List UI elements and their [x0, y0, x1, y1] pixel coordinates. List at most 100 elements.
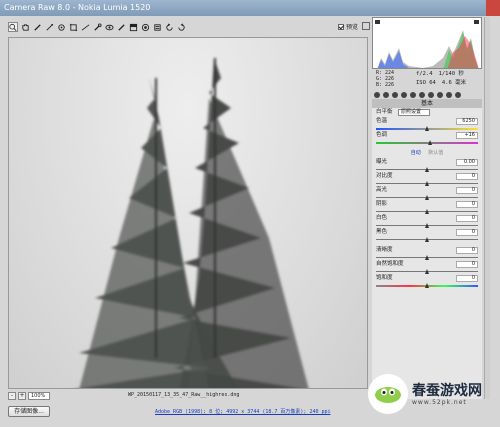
rotate-ccw-tool[interactable]: [164, 22, 174, 32]
basic-panel: 基本 白平衡 原照设置 色温 6250 色调 +16 自动 默认值 曝光 0.00…: [372, 99, 482, 399]
lens-tab-icon[interactable]: [419, 91, 425, 98]
color-sampler-tool[interactable]: [44, 22, 54, 32]
white-balance-tool[interactable]: [32, 22, 42, 32]
basic-tab-icon[interactable]: [374, 91, 380, 98]
tone-row-0: 曝光 0.00: [372, 158, 482, 167]
tint-value[interactable]: +16: [456, 132, 478, 139]
auto-link[interactable]: 自动: [411, 150, 421, 156]
detail-tab-icon[interactable]: [392, 91, 398, 98]
watermark: 春蚕游戏网 www.52pk.net: [368, 372, 498, 416]
filename-label: WP_20150117_13_35_47_Raw__highres.dng: [128, 392, 240, 398]
presence-label: 清晰度: [376, 247, 393, 253]
effects-tab-icon[interactable]: [428, 91, 434, 98]
window-controls: [458, 0, 500, 16]
default-link[interactable]: 默认值: [428, 150, 443, 156]
workflow-options-link[interactable]: Adobe RGB (1998); 8 位; 4992 x 3744 (18.7…: [155, 408, 331, 415]
close-button[interactable]: [486, 0, 500, 16]
presence-value[interactable]: 0: [456, 247, 478, 254]
white-balance-label: 白平衡: [376, 109, 393, 115]
save-image-button[interactable]: 存储图像...: [8, 406, 50, 417]
iso-value: ISO 64: [416, 80, 436, 86]
presence-slider[interactable]: [376, 283, 478, 288]
preferences-tool[interactable]: [152, 22, 162, 32]
temperature-row: 色温 6250: [372, 117, 482, 126]
hand-tool[interactable]: [20, 22, 30, 32]
zoom-level-select[interactable]: 100%: [28, 391, 50, 400]
minimize-button[interactable]: [458, 0, 472, 16]
zoom-tool[interactable]: [8, 22, 18, 32]
tint-track: [376, 142, 478, 144]
highlight-clipping-toggle[interactable]: [474, 20, 479, 24]
adjustment-brush-icon: [117, 23, 125, 31]
camera-calibration-tab-icon[interactable]: [437, 91, 443, 98]
preferences-icon: [153, 23, 161, 31]
preview-label: 预览: [345, 24, 358, 31]
straighten-icon: [81, 23, 89, 31]
tone-value[interactable]: 0: [456, 173, 478, 180]
panel-scrollbar[interactable]: [484, 17, 490, 399]
tone-value[interactable]: 0: [456, 215, 478, 222]
tone-row-5: 黑色 0: [372, 228, 482, 237]
graduated-filter-tool[interactable]: [128, 22, 138, 32]
shadow-clipping-toggle[interactable]: [375, 20, 380, 24]
tone-label: 阴影: [376, 201, 388, 207]
shutter-value: 1/140 秒: [438, 71, 464, 77]
preview-checkbox[interactable]: [337, 23, 344, 30]
presets-tab-icon[interactable]: [446, 91, 452, 98]
crop-icon: [69, 23, 77, 31]
crop-tool[interactable]: [68, 22, 78, 32]
tone-label: 对比度: [376, 173, 393, 179]
tone-slider[interactable]: [376, 237, 478, 242]
tone-label: 曝光: [376, 159, 388, 165]
presence-sliders: 清晰度 0 自然饱和度 0 饱和度 0: [372, 246, 482, 288]
zoom-out-button[interactable]: -: [8, 391, 16, 400]
radial-filter-icon: [141, 23, 149, 31]
aperture-value: f/2.4: [416, 71, 433, 77]
radial-filter-tool[interactable]: [140, 22, 150, 32]
zoom-bar: - + 100% WP_20150117_13_35_47_Raw__highr…: [8, 391, 368, 400]
title-bar: Camera Raw 8.0 - Nokia Lumia 1520: [0, 0, 500, 16]
tone-row-1: 对比度 0: [372, 172, 482, 181]
adjustment-brush-tool[interactable]: [116, 22, 126, 32]
tone-curve-tab-icon[interactable]: [383, 91, 389, 98]
presence-value[interactable]: 0: [456, 275, 478, 282]
white-balance-icon: [33, 23, 41, 31]
color-sampler-icon: [45, 23, 53, 31]
presence-row-0: 清晰度 0: [372, 246, 482, 255]
presence-label: 自然饱和度: [376, 261, 404, 267]
window-title: Camera Raw 8.0 - Nokia Lumia 1520: [4, 3, 151, 12]
preview-toggle[interactable]: 预览: [337, 22, 358, 31]
target-adjust-tool[interactable]: [56, 22, 66, 32]
watermark-name: 春蚕游戏网: [412, 382, 482, 399]
silkworm-logo-icon: [375, 387, 401, 403]
tint-row: 色调 +16: [372, 131, 482, 140]
tone-label: 黑色: [376, 229, 388, 235]
fullscreen-icon[interactable]: [362, 22, 370, 30]
panel-title: 基本: [372, 99, 482, 108]
snapshots-tab-icon[interactable]: [455, 91, 461, 98]
spot-removal-tool[interactable]: [92, 22, 102, 32]
zoom-in-button[interactable]: +: [18, 391, 26, 400]
straighten-tool[interactable]: [80, 22, 90, 32]
tone-row-4: 白色 0: [372, 214, 482, 223]
zoom-icon: [9, 23, 17, 31]
tone-value[interactable]: 0.00: [456, 159, 478, 166]
tint-slider[interactable]: [376, 140, 478, 145]
presence-label: 饱和度: [376, 275, 393, 281]
red-eye-tool[interactable]: [104, 22, 114, 32]
image-preview[interactable]: [8, 37, 368, 389]
tone-value[interactable]: 0: [456, 187, 478, 194]
tone-value[interactable]: 0: [456, 229, 478, 236]
white-balance-select[interactable]: 原照设置: [398, 109, 430, 116]
rotate-cw-tool[interactable]: [176, 22, 186, 32]
maximize-button[interactable]: [472, 0, 486, 16]
spot-removal-icon: [93, 22, 102, 31]
exif-info: f/2.4 1/140 秒 ISO 64 4.6 毫米: [412, 70, 482, 88]
tone-value[interactable]: 0: [456, 201, 478, 208]
hsl-tab-icon[interactable]: [401, 91, 407, 98]
temperature-label: 色温: [376, 118, 388, 124]
temperature-value[interactable]: 6250: [456, 118, 478, 125]
white-balance-row: 白平衡 原照设置: [372, 108, 482, 117]
split-toning-tab-icon[interactable]: [410, 91, 416, 98]
presence-value[interactable]: 0: [456, 261, 478, 268]
